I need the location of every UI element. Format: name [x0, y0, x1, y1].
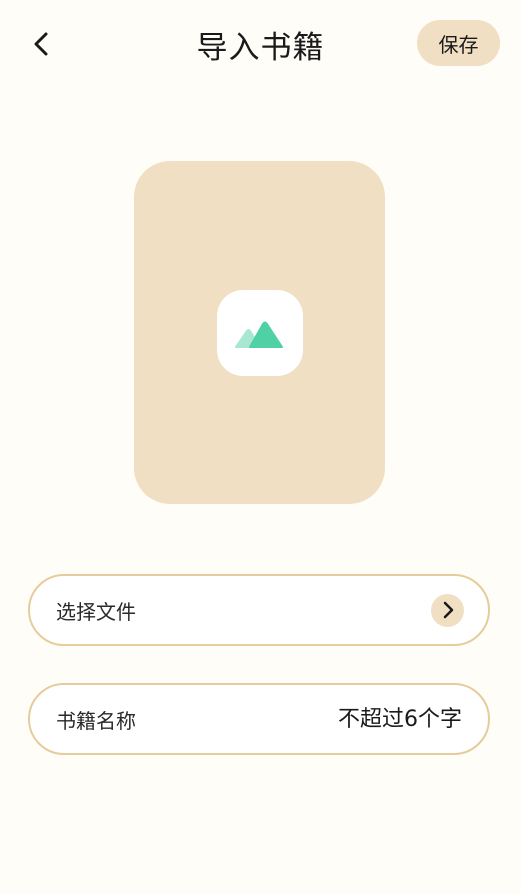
- image-placeholder: [216, 289, 303, 376]
- select-file-row[interactable]: 选择文件: [28, 574, 490, 646]
- mountain-image-icon: [234, 321, 283, 348]
- chevron-right-icon: [443, 601, 453, 619]
- book-name-label: 书籍名称: [56, 708, 136, 733]
- save-button[interactable]: 保存: [417, 20, 500, 66]
- book-name-input[interactable]: [262, 706, 462, 732]
- book-name-row: 书籍名称: [28, 683, 490, 755]
- select-file-arrow-button[interactable]: [431, 593, 464, 627]
- header-bar: 导入书籍 保存: [0, 0, 521, 90]
- select-file-label: 选择文件: [56, 599, 136, 624]
- cover-image-picker[interactable]: [134, 161, 385, 504]
